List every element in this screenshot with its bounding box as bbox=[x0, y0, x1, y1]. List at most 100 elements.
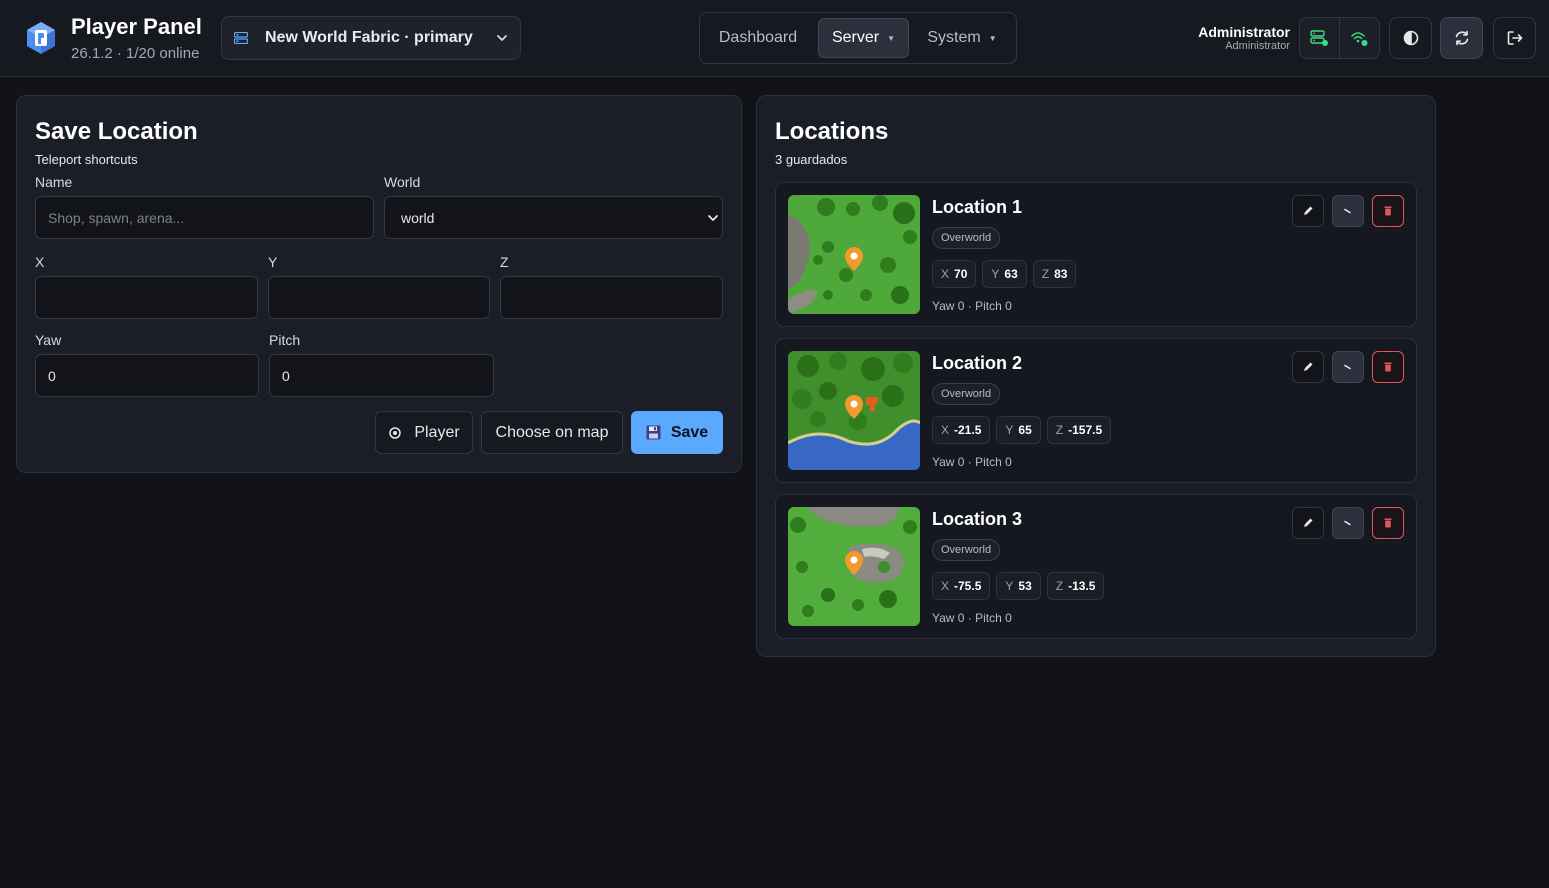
status-indicators bbox=[1299, 17, 1380, 59]
coord-y: Y 65 bbox=[996, 416, 1041, 444]
server-selector[interactable]: New World Fabric · primary bbox=[221, 16, 521, 60]
delete-location-button[interactable] bbox=[1372, 507, 1404, 539]
player-button-label: Player bbox=[414, 423, 460, 441]
pencil-icon bbox=[1304, 518, 1313, 527]
coord-y-value: 65 bbox=[1018, 423, 1032, 437]
x-label: X bbox=[35, 254, 45, 270]
user-role: Administrator bbox=[1225, 40, 1290, 52]
use-player-position-button[interactable]: Player bbox=[375, 411, 473, 454]
location-card: Location 1 Overworld X 70 Y 63 Z 83 Yaw 0 ·… bbox=[775, 182, 1417, 327]
coord-x: X 70 bbox=[932, 260, 977, 288]
server-status-icon[interactable] bbox=[1300, 18, 1340, 58]
logout-button[interactable] bbox=[1493, 17, 1536, 59]
coordinates: X -75.5 Y 53 Z -13.5 bbox=[932, 572, 1105, 600]
locations-title: Locations bbox=[775, 118, 889, 145]
coordinates: X 70 Y 63 Z 83 bbox=[932, 260, 1077, 288]
map-button-label: Choose on map bbox=[495, 423, 609, 441]
theme-icon bbox=[1403, 30, 1418, 46]
nav-system-label: System bbox=[927, 29, 981, 46]
dimension-badge: Overworld bbox=[932, 227, 1001, 249]
teleport-button[interactable] bbox=[1332, 351, 1364, 383]
coord-x-value: 70 bbox=[954, 267, 968, 281]
world-label: World bbox=[384, 174, 421, 190]
save-button-label: Save bbox=[670, 423, 709, 441]
dimension-badge: Overworld bbox=[932, 539, 1001, 561]
pencil-icon bbox=[1304, 362, 1313, 371]
teleport-icon bbox=[1344, 364, 1351, 370]
nav-server-label: Server bbox=[831, 29, 880, 46]
coord-z-value: 83 bbox=[1054, 267, 1068, 281]
coord-z: Z -13.5 bbox=[1046, 572, 1105, 600]
location-name: Location 3 bbox=[932, 509, 1023, 529]
name-input[interactable] bbox=[35, 196, 374, 239]
location-map-thumbnail[interactable] bbox=[788, 351, 920, 470]
y-input[interactable] bbox=[268, 276, 490, 319]
edit-location-button[interactable] bbox=[1292, 507, 1324, 539]
location-name: Location 1 bbox=[932, 197, 1023, 217]
app-title: Player Panel bbox=[71, 14, 202, 39]
main-nav: Dashboard Server ▼ System ▼ bbox=[699, 12, 1017, 64]
nav-dashboard[interactable]: Dashboard bbox=[706, 18, 810, 58]
location-name: Location 2 bbox=[932, 353, 1023, 373]
form-subtitle: Teleport shortcuts bbox=[35, 152, 138, 167]
pitch-input[interactable] bbox=[269, 354, 494, 397]
coord-y: Y 63 bbox=[982, 260, 1027, 288]
world-select[interactable]: world bbox=[384, 196, 723, 239]
nav-server[interactable]: Server ▼ bbox=[818, 18, 909, 58]
user-name: Administrator bbox=[1198, 24, 1290, 40]
choose-on-map-button[interactable]: Choose on map bbox=[481, 411, 623, 454]
chevron-down-icon bbox=[497, 35, 507, 41]
edit-location-button[interactable] bbox=[1292, 195, 1324, 227]
teleport-icon bbox=[1344, 208, 1351, 214]
rotation-text: Yaw 0 · Pitch 0 bbox=[932, 299, 1012, 313]
location-map-thumbnail[interactable] bbox=[788, 507, 920, 626]
x-input[interactable] bbox=[35, 276, 258, 319]
save-button[interactable]: Save bbox=[631, 411, 723, 454]
refresh-button[interactable] bbox=[1440, 17, 1483, 59]
edit-location-button[interactable] bbox=[1292, 351, 1324, 383]
coord-y-value: 53 bbox=[1018, 579, 1032, 593]
form-title: Save Location bbox=[35, 118, 198, 145]
card-actions bbox=[1292, 351, 1404, 383]
nav-system[interactable]: System ▼ bbox=[917, 18, 1007, 58]
top-bar: Player Panel 26.1.2 · 1/20 online New Wo… bbox=[0, 0, 1549, 77]
caret-down-icon: ▼ bbox=[887, 33, 896, 43]
locations-panel: Locations 3 guardados Location 1 Overwor… bbox=[756, 95, 1436, 657]
name-label: Name bbox=[35, 174, 73, 190]
delete-location-button[interactable] bbox=[1372, 351, 1404, 383]
coord-z-value: -13.5 bbox=[1068, 579, 1096, 593]
yaw-label: Yaw bbox=[35, 332, 62, 348]
server-icon bbox=[234, 32, 248, 44]
save-location-panel: Save Location Teleport shortcuts Name Wo… bbox=[16, 95, 742, 473]
app-subtitle: 26.1.2 · 1/20 online bbox=[71, 45, 200, 62]
teleport-button[interactable] bbox=[1332, 507, 1364, 539]
z-input[interactable] bbox=[500, 276, 723, 319]
logout-icon bbox=[1507, 31, 1522, 45]
floppy-disk-icon bbox=[646, 425, 661, 440]
network-status-icon[interactable] bbox=[1340, 18, 1380, 58]
coord-y-value: 63 bbox=[1004, 267, 1018, 281]
coord-x-value: -21.5 bbox=[954, 423, 982, 437]
card-actions bbox=[1292, 507, 1404, 539]
teleport-button[interactable] bbox=[1332, 195, 1364, 227]
dimension-badge: Overworld bbox=[932, 383, 1001, 405]
caret-down-icon: ▼ bbox=[988, 33, 997, 43]
coord-x: X -75.5 bbox=[932, 572, 991, 600]
pitch-label: Pitch bbox=[269, 332, 301, 348]
refresh-icon bbox=[1455, 30, 1468, 46]
yaw-input[interactable] bbox=[35, 354, 259, 397]
delete-location-button[interactable] bbox=[1372, 195, 1404, 227]
rotation-text: Yaw 0 · Pitch 0 bbox=[932, 455, 1012, 469]
coord-x-value: -75.5 bbox=[954, 579, 982, 593]
teleport-icon bbox=[1344, 520, 1351, 526]
server-name: New World Fabric · primary bbox=[265, 29, 473, 46]
trash-icon bbox=[1384, 362, 1392, 372]
coord-x: X -21.5 bbox=[932, 416, 991, 444]
theme-toggle-button[interactable] bbox=[1389, 17, 1432, 59]
trash-icon bbox=[1384, 206, 1392, 216]
location-map-thumbnail[interactable] bbox=[788, 195, 920, 314]
rotation-text: Yaw 0 · Pitch 0 bbox=[932, 611, 1012, 625]
coord-z: Z -157.5 bbox=[1046, 416, 1112, 444]
z-label: Z bbox=[500, 254, 509, 270]
location-card: Location 3 Overworld X -75.5 Y 53 Z -13.5 Y… bbox=[775, 494, 1417, 639]
